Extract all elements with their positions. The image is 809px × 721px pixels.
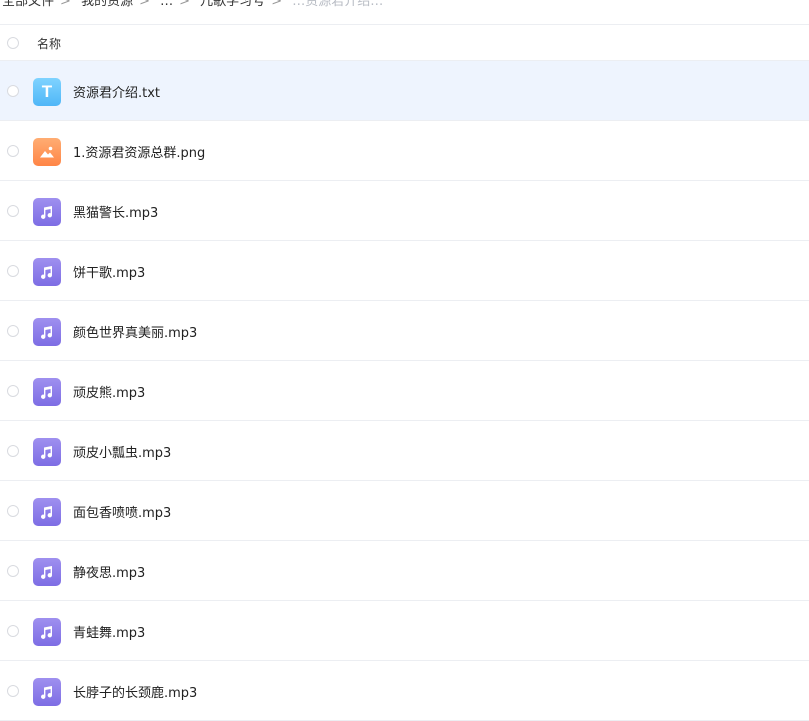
file-row[interactable]: 面包香喷喷.mp3 <box>0 481 809 541</box>
row-checkbox[interactable] <box>7 685 19 697</box>
music-file-icon <box>33 438 61 466</box>
file-list: T 资源君介绍.txt 1.资源君资源总群.png 黑猫警长.mp3 饼干歌.mp3 颜色… <box>0 61 809 721</box>
select-all-checkbox[interactable] <box>7 37 19 49</box>
row-checkbox[interactable] <box>7 565 19 577</box>
breadcrumb-trail: 全部文件 > 我的资源 > … > 儿歌学习号 > …资源君介绍… <box>2 0 389 9</box>
file-row[interactable]: 顽皮小瓢虫.mp3 <box>0 421 809 481</box>
music-file-icon <box>33 318 61 346</box>
file-row[interactable]: 顽皮熊.mp3 <box>0 361 809 421</box>
file-row[interactable]: 黑猫警长.mp3 <box>0 181 809 241</box>
file-name[interactable]: 黑猫警长.mp3 <box>73 202 158 221</box>
file-name[interactable]: 长脖子的长颈鹿.mp3 <box>73 682 197 701</box>
row-checkbox[interactable] <box>7 265 19 277</box>
file-row[interactable]: 饼干歌.mp3 <box>0 241 809 301</box>
file-name[interactable]: 颜色世界真美丽.mp3 <box>73 322 197 341</box>
file-row[interactable]: 长脖子的长颈鹿.mp3 <box>0 661 809 721</box>
row-checkbox[interactable] <box>7 325 19 337</box>
file-row[interactable]: 静夜思.mp3 <box>0 541 809 601</box>
row-checkbox[interactable] <box>7 205 19 217</box>
breadcrumb-item-folder[interactable]: 儿歌学习号 <box>200 0 265 9</box>
row-checkbox[interactable] <box>7 505 19 517</box>
row-checkbox[interactable] <box>7 385 19 397</box>
file-name[interactable]: 面包香喷喷.mp3 <box>73 502 171 521</box>
music-file-icon <box>33 498 61 526</box>
file-name[interactable]: 顽皮小瓢虫.mp3 <box>73 442 171 461</box>
music-file-icon <box>33 558 61 586</box>
file-row[interactable]: 青蛙舞.mp3 <box>0 601 809 661</box>
breadcrumb-item-my-resources[interactable]: 我的资源 <box>81 0 133 9</box>
breadcrumb-item-current: …资源君介绍… <box>292 0 384 9</box>
image-file-icon <box>33 138 61 166</box>
music-file-icon <box>33 678 61 706</box>
file-list-header: 名称 <box>0 24 809 61</box>
breadcrumb-item-ellipsis[interactable]: … <box>160 0 173 9</box>
text-file-icon: T <box>33 78 61 106</box>
column-header-name[interactable]: 名称 <box>37 35 61 52</box>
music-file-icon <box>33 378 61 406</box>
file-name[interactable]: 顽皮熊.mp3 <box>73 382 145 401</box>
music-file-icon <box>33 618 61 646</box>
row-checkbox[interactable] <box>7 625 19 637</box>
music-file-icon <box>33 258 61 286</box>
breadcrumb: 全部文件 > 我的资源 > … > 儿歌学习号 > …资源君介绍… <box>0 0 809 24</box>
row-checkbox[interactable] <box>7 145 19 157</box>
file-name[interactable]: 资源君介绍.txt <box>73 82 160 101</box>
file-row[interactable]: 颜色世界真美丽.mp3 <box>0 301 809 361</box>
file-name[interactable]: 饼干歌.mp3 <box>73 262 145 281</box>
file-row[interactable]: T 资源君介绍.txt <box>0 61 809 121</box>
breadcrumb-item-all-files[interactable]: 全部文件 <box>2 0 54 9</box>
file-name[interactable]: 1.资源君资源总群.png <box>73 142 205 161</box>
music-file-icon <box>33 198 61 226</box>
file-row[interactable]: 1.资源君资源总群.png <box>0 121 809 181</box>
row-checkbox[interactable] <box>7 445 19 457</box>
row-checkbox[interactable] <box>7 85 19 97</box>
file-name[interactable]: 青蛙舞.mp3 <box>73 622 145 641</box>
file-name[interactable]: 静夜思.mp3 <box>73 562 145 581</box>
